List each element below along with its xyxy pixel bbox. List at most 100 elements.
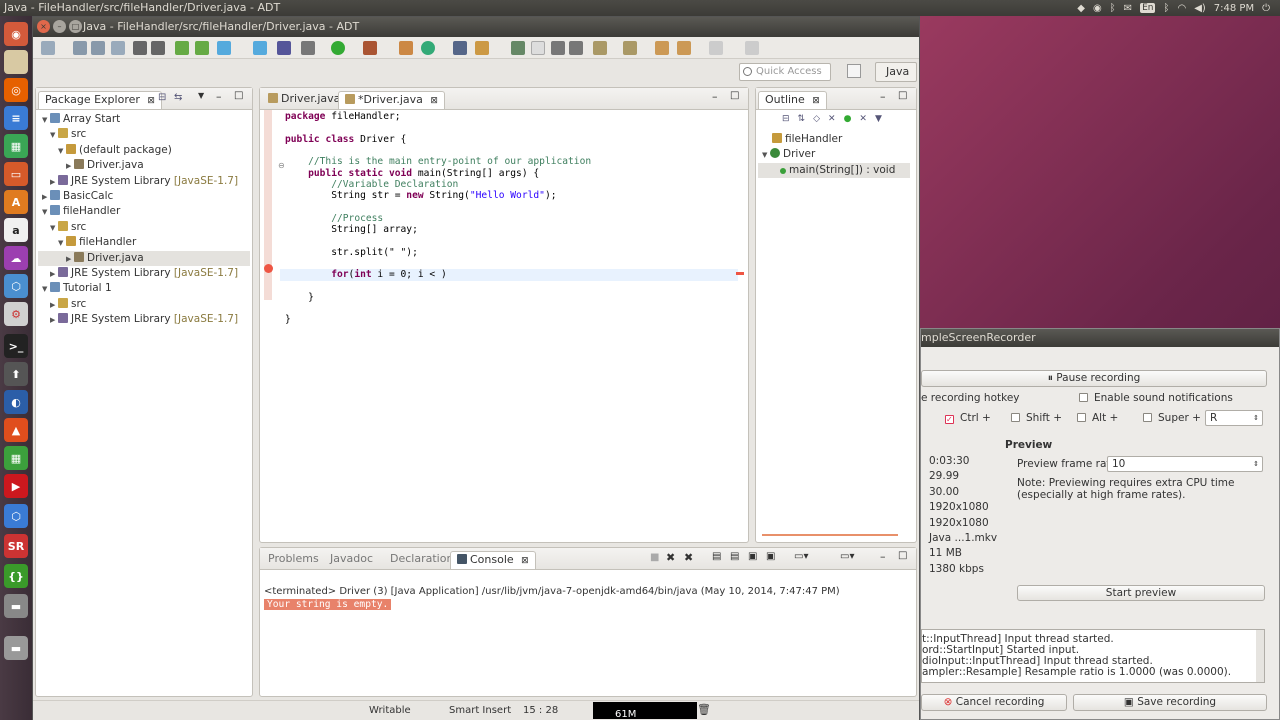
log-scrollbar[interactable] bbox=[1256, 630, 1264, 682]
next-annotation-icon[interactable] bbox=[593, 41, 607, 55]
open-perspective-icon[interactable] bbox=[847, 64, 861, 78]
mark-occurrences-icon[interactable] bbox=[531, 41, 545, 55]
run-icon[interactable] bbox=[331, 41, 345, 55]
new-android-project-icon[interactable] bbox=[253, 41, 267, 55]
twisty-icon[interactable]: ▼ bbox=[50, 221, 58, 236]
calc-icon[interactable]: ▦ bbox=[4, 134, 28, 158]
link-editor-icon[interactable]: ⇆ bbox=[174, 92, 182, 103]
drive-icon[interactable]: ▬ bbox=[4, 594, 28, 618]
close-icon[interactable]: ⊠ bbox=[812, 96, 820, 106]
log-box[interactable]: t::InputThread] Input thread started. ord… bbox=[921, 629, 1265, 683]
settings-icon[interactable]: ⚙ bbox=[4, 302, 28, 326]
debug-icon[interactable] bbox=[301, 41, 315, 55]
display-console-icon[interactable]: ▣ bbox=[766, 551, 775, 562]
adt-icon[interactable]: {} bbox=[4, 564, 28, 588]
tree-item[interactable]: ▼ Array Start bbox=[38, 112, 250, 127]
external-tools-icon[interactable] bbox=[363, 41, 377, 55]
tree-item[interactable]: ▶ BasicCalc bbox=[38, 189, 250, 204]
prev-annotation-icon[interactable] bbox=[623, 41, 637, 55]
dash-home-icon[interactable]: ◉ bbox=[4, 22, 28, 46]
hide-local-types-icon[interactable]: ✕ bbox=[859, 114, 875, 124]
tree-item[interactable]: ▶ JRE System Library [JavaSE-1.7] bbox=[38, 312, 250, 327]
power-icon[interactable]: ⏻ bbox=[1262, 3, 1270, 14]
cube-icon[interactable]: ⬡ bbox=[4, 504, 28, 528]
hide-nonpublic-icon[interactable]: ● bbox=[844, 114, 860, 124]
remove-launch-icon[interactable]: ✖ bbox=[666, 551, 675, 564]
impress-icon[interactable]: ▭ bbox=[4, 162, 28, 186]
open-console-icon[interactable]: ▭▾ bbox=[794, 551, 808, 562]
bluetooth-icon[interactable]: ᛒ bbox=[1110, 3, 1116, 14]
twisty-icon[interactable]: ▼ bbox=[50, 128, 58, 143]
export-icon[interactable] bbox=[151, 41, 165, 55]
sound-notifications-checkbox[interactable]: Enable sound notifications bbox=[1079, 392, 1233, 404]
new-package-icon[interactable] bbox=[421, 41, 435, 55]
wifi-icon[interactable]: ◠ bbox=[1177, 3, 1186, 14]
chart-app-icon[interactable]: ▲ bbox=[4, 418, 28, 442]
ctrl-checkbox[interactable]: ✓ Ctrl + bbox=[945, 412, 991, 424]
volume-icon[interactable]: ◀) bbox=[1194, 3, 1206, 14]
tree-item[interactable]: ▼ src bbox=[38, 127, 250, 142]
word-wrap-icon[interactable]: ▤ bbox=[730, 551, 739, 562]
close-icon[interactable]: × bbox=[37, 20, 50, 33]
close-icon[interactable]: ⊠ bbox=[147, 96, 155, 106]
terminate-icon[interactable]: ■ bbox=[650, 552, 659, 563]
tree-item[interactable]: ▶ JRE System Library [JavaSE-1.7] bbox=[38, 174, 250, 189]
spinner-icon[interactable]: ⇕ bbox=[1253, 457, 1259, 471]
mail-icon[interactable]: ✉ bbox=[1124, 3, 1132, 14]
import-icon[interactable] bbox=[133, 41, 147, 55]
hide-static-icon[interactable]: ✕ bbox=[828, 114, 844, 124]
hide-fields-icon[interactable]: ◇ bbox=[813, 114, 828, 124]
files-icon[interactable] bbox=[4, 50, 28, 74]
tab-problems[interactable]: Problems bbox=[262, 551, 325, 569]
twisty-icon[interactable]: ▶ bbox=[66, 252, 74, 267]
maximize-icon[interactable]: □ bbox=[234, 90, 243, 101]
alt-checkbox[interactable]: Alt + bbox=[1077, 412, 1118, 424]
super-checkbox[interactable]: Super + bbox=[1143, 412, 1201, 424]
overview-error-marker[interactable] bbox=[736, 272, 744, 275]
sort-icon[interactable]: ⇅ bbox=[798, 114, 814, 124]
tab-driver-java[interactable]: Driver.java bbox=[262, 91, 346, 109]
updater-icon[interactable]: ⬆ bbox=[4, 362, 28, 386]
amazon-icon[interactable]: a bbox=[4, 218, 28, 242]
twisty-icon[interactable]: ▶ bbox=[50, 313, 58, 328]
tree-item[interactable]: ▼ (default package) bbox=[38, 143, 250, 158]
tab-outline[interactable]: Outline ⊠ bbox=[758, 91, 827, 109]
writer-icon[interactable]: ≡ bbox=[4, 106, 28, 130]
heap-status[interactable]: 61M bbox=[593, 702, 697, 720]
app-grid-icon[interactable]: ▦ bbox=[4, 446, 28, 470]
tree-item[interactable]: ▼ fileHandler bbox=[38, 204, 250, 219]
maximize-icon[interactable]: □ bbox=[898, 550, 907, 561]
new-console-icon[interactable]: ▭▾ bbox=[840, 551, 854, 562]
tree-item[interactable]: ▶ Driver.java bbox=[38, 250, 250, 267]
twisty-icon[interactable]: ▶ bbox=[66, 159, 74, 174]
minimize-icon[interactable]: – bbox=[712, 90, 718, 103]
open-type-icon[interactable] bbox=[453, 41, 467, 55]
nav-icon[interactable] bbox=[709, 41, 723, 55]
code-editor[interactable]: package fileHandler; public class Driver … bbox=[260, 110, 730, 540]
tab-declaration[interactable]: Declaration bbox=[384, 551, 459, 569]
tab-javadoc[interactable]: Javadoc bbox=[324, 551, 379, 569]
garbage-collect-icon[interactable]: 🗑 bbox=[697, 703, 711, 716]
tree-item[interactable]: ▶ src bbox=[38, 297, 250, 312]
minimize-icon[interactable]: – bbox=[216, 90, 222, 103]
virtualbox-icon[interactable]: ⬡ bbox=[4, 274, 28, 298]
outline-item[interactable]: fileHandler bbox=[758, 132, 910, 147]
block-selection-icon[interactable] bbox=[551, 41, 565, 55]
hotkey-key-select[interactable]: R ⇕ bbox=[1205, 410, 1263, 426]
quick-access-input[interactable]: Quick Access bbox=[739, 63, 831, 81]
clock[interactable]: 7:48 PM bbox=[1214, 3, 1254, 14]
twisty-icon[interactable]: ▼ bbox=[42, 205, 50, 220]
close-icon[interactable]: ⊠ bbox=[521, 556, 529, 566]
avd-manager-icon[interactable] bbox=[195, 41, 209, 55]
twisty-icon[interactable]: ▶ bbox=[42, 190, 50, 205]
tree-item[interactable]: ▼ fileHandler bbox=[38, 235, 250, 250]
twisty-icon[interactable]: ▼ bbox=[42, 113, 50, 128]
minimize-icon[interactable]: – bbox=[880, 90, 886, 103]
view-menu-icon[interactable]: ▼ bbox=[875, 114, 890, 124]
network-icon[interactable]: ◉ bbox=[1093, 3, 1102, 14]
tree-item[interactable]: ▶ Driver.java bbox=[38, 158, 250, 173]
preview-frame-rate-input[interactable]: 10 ⇕ bbox=[1107, 456, 1263, 472]
maximize-icon[interactable]: □ bbox=[730, 90, 739, 101]
toggle-breakpoint-icon[interactable] bbox=[277, 41, 291, 55]
terminal-icon[interactable]: >_ bbox=[4, 334, 28, 358]
